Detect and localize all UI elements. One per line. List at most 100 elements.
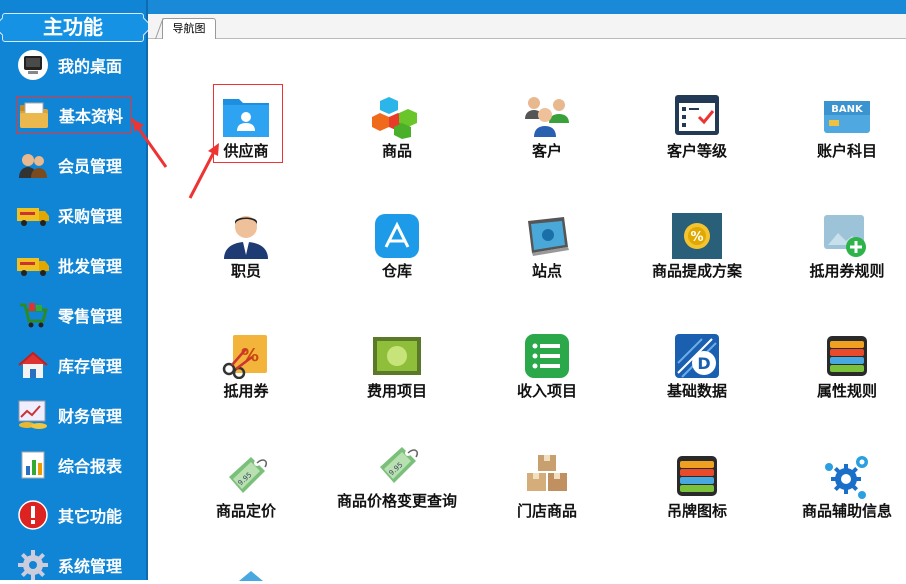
sidebar-item-retail[interactable]: 零售管理 xyxy=(16,296,131,334)
nav-tile-label: 抵用券规则 xyxy=(809,262,885,280)
nav-tile-expense-item[interactable]: 费用项目 xyxy=(337,329,457,419)
nav-tile-goods-aux-info[interactable]: 商品辅助信息 xyxy=(787,449,906,539)
truck-icon xyxy=(16,248,50,282)
sidebar-item-label: 采购管理 xyxy=(58,207,123,226)
nav-tile-label: 基础数据 xyxy=(666,382,727,400)
checklist-icon xyxy=(672,93,722,143)
tab-navigation-map[interactable]: 导航图 xyxy=(162,18,216,39)
nav-tile-label: 吊牌图标 xyxy=(666,502,727,520)
nav-tile-label: 客户 xyxy=(531,142,562,160)
sidebar-item-purchase[interactable]: 采购管理 xyxy=(16,196,131,234)
nav-tile-employee[interactable]: 职员 xyxy=(186,209,306,299)
nav-tile-store-goods[interactable]: 门店商品 xyxy=(487,449,607,539)
nav-tile-label: 商品价格变更查询 xyxy=(336,492,457,510)
annotation-arrow-supplier xyxy=(188,143,219,199)
sidebar-item-other[interactable]: 其它功能 xyxy=(16,496,131,534)
nav-tile-station[interactable]: 站点 xyxy=(487,209,607,299)
layers-icon xyxy=(672,453,722,503)
nav-tile-price-change-query[interactable]: 9.95 商品价格变更查询 xyxy=(337,439,457,529)
svg-text:D: D xyxy=(697,354,710,373)
nav-tile-label: 商品 xyxy=(381,142,412,160)
nav-tile-income-item[interactable]: 收入项目 xyxy=(487,329,607,419)
coupon-icon: % xyxy=(221,333,271,383)
nav-tile-label: 收入项目 xyxy=(516,382,577,400)
app-store-icon xyxy=(372,213,422,263)
nav-tile-label: 属性规则 xyxy=(816,382,877,400)
nav-tile-label: 仓库 xyxy=(381,262,412,280)
cart-icon xyxy=(16,298,50,332)
nav-tile-label: 客户等级 xyxy=(666,142,727,160)
svg-text:BANK: BANK xyxy=(831,104,864,115)
bank-card-icon: BANK xyxy=(822,93,872,143)
list-icon xyxy=(522,333,572,383)
nav-tile-label: 费用项目 xyxy=(366,382,427,400)
employee-icon xyxy=(221,213,271,263)
gear-icon xyxy=(16,548,50,582)
nav-tile-attribute-rules[interactable]: 属性规则 xyxy=(787,329,906,419)
nav-tile-goods-pricing[interactable]: 9.95 商品定价 xyxy=(186,449,306,539)
nav-tile-commission-plan[interactable]: % 商品提成方案 xyxy=(637,209,757,299)
sidebar-item-wholesale[interactable]: 批发管理 xyxy=(16,246,131,284)
sidebar-item-finance[interactable]: 财务管理 xyxy=(16,396,131,434)
nav-tile-base-data[interactable]: D 基础数据 xyxy=(637,329,757,419)
alert-icon xyxy=(16,498,50,532)
nav-tile-warehouse[interactable]: 仓库 xyxy=(337,209,457,299)
nav-tile-label: 商品定价 xyxy=(215,502,276,520)
nav-tile-label: 门店商品 xyxy=(516,502,577,520)
nav-tile-label: 商品提成方案 xyxy=(651,262,742,280)
boxes-icon xyxy=(522,453,572,503)
svg-text:%: % xyxy=(690,230,703,245)
sidebar-item-system[interactable]: 系统管理 xyxy=(16,546,131,584)
base-data-icon: D xyxy=(672,333,722,383)
sidebar-item-label: 综合报表 xyxy=(58,457,123,476)
nav-tile-goods[interactable]: 商品 xyxy=(337,89,457,179)
nav-tile-customer[interactable]: 客户 xyxy=(487,89,607,179)
report-icon xyxy=(16,448,50,482)
sidebar-item-label: 其它功能 xyxy=(58,507,123,526)
sidebar-item-label: 会员管理 xyxy=(58,157,123,176)
finance-icon xyxy=(16,398,50,432)
sidebar-item-label: 库存管理 xyxy=(58,357,123,376)
nav-tile-label: 抵用券 xyxy=(223,382,269,400)
sidebar-item-members[interactable]: 会员管理 xyxy=(16,146,131,184)
nav-tile-coupon-rules[interactable]: 抵用券规则 xyxy=(787,209,906,299)
price-tag-icon: 9.95 xyxy=(221,453,271,503)
commission-icon: % xyxy=(672,213,722,263)
sidebar-item-label: 基本资料 xyxy=(59,107,124,126)
sidebar-title: 主功能 xyxy=(2,13,144,42)
nav-tile-label: 账户科目 xyxy=(816,142,877,160)
nav-tile-account-subject[interactable]: BANK 账户科目 xyxy=(787,89,906,179)
nav-tile-label: 职员 xyxy=(230,262,261,280)
sidebar: 主功能 我的桌面 基本资料 会员管理 采购管理 批发管理 零售管理 库存管理 财… xyxy=(0,0,148,580)
layers-icon xyxy=(822,333,872,383)
members-icon xyxy=(16,148,50,182)
sidebar-item-desktop[interactable]: 我的桌面 xyxy=(16,46,131,84)
station-icon xyxy=(522,213,572,263)
sidebar-item-label: 我的桌面 xyxy=(58,57,123,76)
partial-next-icon xyxy=(239,571,263,581)
truck-icon xyxy=(16,198,50,232)
tab-strip: 导航图 xyxy=(148,14,906,39)
house-icon xyxy=(16,348,50,382)
customers-icon xyxy=(522,93,572,143)
sidebar-item-inventory[interactable]: 库存管理 xyxy=(16,346,131,384)
desktop-icon xyxy=(16,48,50,82)
nav-tile-label: 商品辅助信息 xyxy=(801,502,892,520)
sidebar-item-label: 财务管理 xyxy=(58,407,123,426)
gears-icon xyxy=(822,453,872,503)
sidebar-item-label: 批发管理 xyxy=(58,257,123,276)
sidebar-item-label: 系统管理 xyxy=(58,557,123,576)
nav-tile-coupon[interactable]: % 抵用券 xyxy=(186,329,306,419)
nav-tile-label: 站点 xyxy=(531,262,562,280)
nav-tile-customer-level[interactable]: 客户等级 xyxy=(637,89,757,179)
sidebar-item-basic-data[interactable]: 基本资料 xyxy=(16,96,131,134)
sidebar-item-reports[interactable]: 综合报表 xyxy=(16,446,131,484)
image-add-icon xyxy=(822,213,872,263)
price-tag-icon: 9.95 xyxy=(372,443,422,493)
expense-icon xyxy=(372,333,422,383)
sidebar-item-label: 零售管理 xyxy=(58,307,123,326)
cubes-icon xyxy=(372,93,422,143)
folder-icon xyxy=(17,98,51,132)
nav-tile-tag-icons[interactable]: 吊牌图标 xyxy=(637,449,757,539)
annotation-arrow-sidebar xyxy=(130,118,168,168)
